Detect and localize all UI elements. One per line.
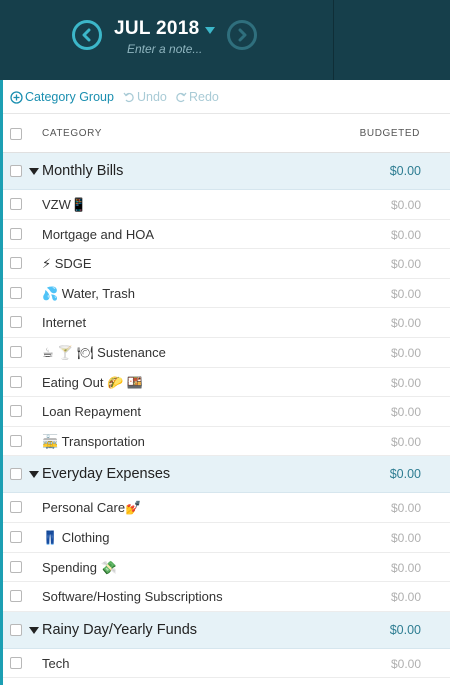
row-checkbox[interactable] (10, 198, 22, 210)
category-name[interactable]: VZW📱 (42, 197, 87, 213)
budgeted-amount[interactable]: $0.00 (391, 405, 421, 419)
budget-rows: Monthly Bills $0.00 VZW📱 $0.00 Mortgage and … (3, 153, 450, 679)
row-checkbox[interactable] (10, 590, 22, 603)
group-name[interactable]: Monthly Bills (42, 163, 123, 179)
category-name[interactable]: Software/Hosting Subscriptions (42, 589, 223, 604)
row-checkbox[interactable] (10, 468, 22, 481)
next-month-button[interactable] (227, 20, 257, 50)
redo-button[interactable]: Redo (175, 90, 219, 104)
category-name[interactable]: Personal Care💅 (42, 500, 141, 516)
budgeted-amount[interactable]: $0.00 (391, 316, 421, 330)
row-checkbox[interactable] (10, 434, 22, 447)
budgeted-amount[interactable]: $0.00 (391, 531, 421, 545)
group-budgeted-amount[interactable]: $0.00 (390, 164, 421, 178)
collapse-triangle-icon[interactable] (29, 471, 39, 479)
undo-label: Undo (137, 90, 167, 104)
category-row[interactable]: 👖 Clothing $0.00 (3, 523, 450, 553)
category-row[interactable]: Spending 💸 $0.00 (3, 553, 450, 583)
category-name[interactable]: 🚋 Transportation (42, 434, 145, 450)
row-checkbox[interactable] (10, 316, 22, 329)
category-row[interactable]: Personal Care💅 $0.00 (3, 493, 450, 523)
budgeted-amount[interactable]: $0.00 (391, 287, 421, 301)
category-name[interactable]: Mortgage and HOA (42, 227, 154, 242)
budgeted-amount[interactable]: $0.00 (391, 501, 421, 515)
month-note-input[interactable]: Enter a note... (127, 42, 202, 56)
add-category-group-button[interactable]: Category Group (10, 90, 114, 104)
category-group-row[interactable]: Everyday Expenses $0.00 (3, 456, 450, 494)
category-row[interactable]: ⚡ SDGE $0.00 (3, 249, 450, 279)
collapse-triangle-icon[interactable] (29, 168, 39, 175)
collapse-triangle-icon[interactable] (29, 626, 39, 634)
header-divider (333, 0, 334, 80)
row-checkbox[interactable] (10, 375, 22, 388)
category-name[interactable]: Spending 💸 (42, 560, 117, 576)
category-group-row[interactable]: Rainy Day/Yearly Funds $0.00 (3, 611, 450, 649)
category-row[interactable]: 🚋 Transportation $0.00 (3, 427, 450, 457)
budgeted-amount[interactable]: $0.00 (391, 228, 421, 242)
chevron-left-icon (82, 28, 91, 42)
budget-header: JUL 2018 Enter a note... (0, 0, 450, 80)
row-checkbox[interactable] (10, 501, 22, 514)
category-row[interactable]: Loan Repayment $0.00 (3, 397, 450, 427)
budgeted-amount[interactable]: $0.00 (391, 561, 421, 575)
undo-icon (123, 92, 134, 103)
budgeted-column-header[interactable]: BUDGETED (360, 128, 420, 139)
category-row[interactable]: Eating Out 🌮 🍱 $0.00 (3, 368, 450, 398)
previous-month-button[interactable] (72, 20, 102, 50)
category-row[interactable]: Software/Hosting Subscriptions $0.00 (3, 582, 450, 612)
category-name[interactable]: ⚡ SDGE (42, 256, 92, 272)
budget-toolbar: Category Group Undo Redo (3, 80, 450, 114)
redo-label: Redo (189, 90, 219, 104)
group-budgeted-amount[interactable]: $0.00 (390, 467, 421, 481)
plus-circle-icon (10, 90, 23, 104)
row-checkbox[interactable] (10, 227, 22, 240)
category-row[interactable]: Tech $0.00 (3, 649, 450, 679)
select-all-checkbox[interactable] (10, 128, 22, 140)
group-name[interactable]: Everyday Expenses (42, 466, 170, 482)
row-checkbox[interactable] (10, 560, 22, 573)
row-checkbox[interactable] (10, 623, 22, 636)
category-row[interactable]: Mortgage and HOA $0.00 (3, 220, 450, 250)
row-checkbox[interactable] (10, 165, 22, 177)
budgeted-amount[interactable]: $0.00 (391, 590, 421, 604)
category-column-header[interactable]: CATEGORY (42, 128, 102, 139)
budgeted-amount[interactable]: $0.00 (391, 376, 421, 390)
budgeted-amount[interactable]: $0.00 (391, 435, 421, 449)
row-checkbox[interactable] (10, 405, 22, 418)
row-checkbox[interactable] (10, 656, 22, 669)
category-row[interactable]: ☕ 🍸 🍽 Sustenance $0.00 (3, 338, 450, 368)
budgeted-amount[interactable]: $0.00 (391, 657, 421, 671)
category-group-row[interactable]: Monthly Bills $0.00 (3, 153, 450, 190)
category-name[interactable]: 💦 Water, Trash (42, 286, 135, 302)
category-name[interactable]: 👖 Clothing (42, 530, 110, 546)
undo-button[interactable]: Undo (123, 90, 167, 104)
budget-table-header: CATEGORY BUDGETED (3, 115, 450, 153)
category-row[interactable]: VZW📱 $0.00 (3, 190, 450, 220)
category-row[interactable]: 💦 Water, Trash $0.00 (3, 279, 450, 309)
month-title[interactable]: JUL 2018 (114, 18, 200, 40)
category-name[interactable]: Internet (42, 315, 86, 330)
group-budgeted-amount[interactable]: $0.00 (390, 623, 421, 637)
row-checkbox[interactable] (10, 286, 22, 299)
group-name[interactable]: Rainy Day/Yearly Funds (42, 622, 197, 638)
category-name[interactable]: Eating Out 🌮 🍱 (42, 375, 143, 391)
budgeted-amount[interactable]: $0.00 (391, 257, 421, 271)
budgeted-amount[interactable]: $0.00 (391, 346, 421, 360)
chevron-right-icon (238, 28, 247, 42)
category-name[interactable]: Tech (42, 656, 69, 671)
category-name[interactable]: ☕ 🍸 🍽 Sustenance (42, 345, 166, 361)
caret-down-icon[interactable] (205, 27, 215, 34)
category-row[interactable]: Internet $0.00 (3, 308, 450, 338)
add-category-group-label: Category Group (25, 90, 114, 104)
row-checkbox[interactable] (10, 345, 22, 358)
row-checkbox[interactable] (10, 530, 22, 543)
budgeted-amount[interactable]: $0.00 (391, 198, 421, 212)
redo-icon (176, 92, 187, 103)
category-name[interactable]: Loan Repayment (42, 404, 141, 419)
row-checkbox[interactable] (10, 257, 22, 270)
